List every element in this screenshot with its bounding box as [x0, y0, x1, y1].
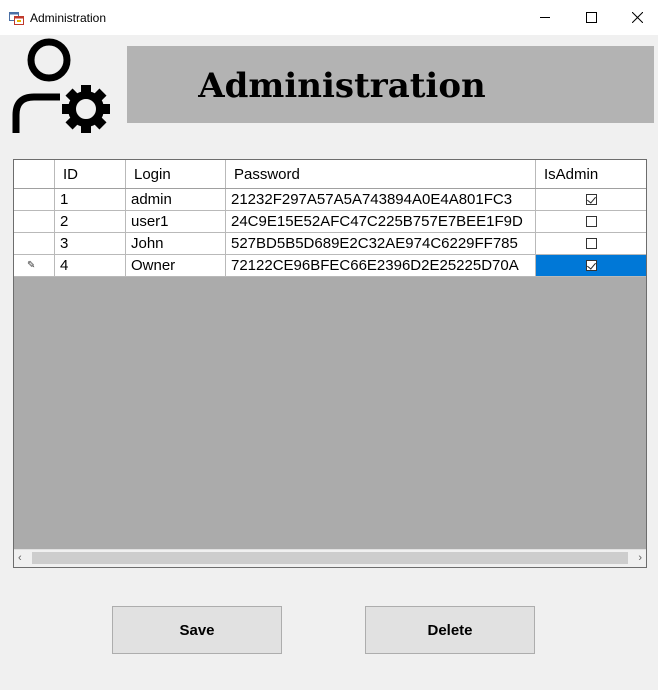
grid-header: ID Login Password IsAdmin	[14, 160, 646, 189]
cell-password[interactable]: 527BD5B5D689E2C32AE974C6229FF785	[226, 233, 536, 254]
cell-login[interactable]: Owner	[126, 255, 226, 276]
cell-isadmin[interactable]	[536, 211, 646, 232]
user-settings-icon	[12, 38, 110, 133]
cell-id[interactable]: 3	[55, 233, 126, 254]
table-row[interactable]: 1 admin 21232F297A57A5A743894A0E4A801FC3	[14, 189, 646, 211]
row-header[interactable]	[14, 211, 55, 232]
close-icon	[631, 12, 643, 23]
cell-login[interactable]: user1	[126, 211, 226, 232]
title-bar: Administration	[0, 0, 658, 35]
cell-id[interactable]: 2	[55, 211, 126, 232]
scroll-left-icon[interactable]: ‹	[18, 552, 22, 564]
column-header-isadmin[interactable]: IsAdmin	[536, 160, 646, 188]
form-icon	[9, 12, 24, 25]
users-grid[interactable]: ID Login Password IsAdmin 1 admin 21232F…	[13, 159, 647, 568]
maximize-button[interactable]	[568, 0, 614, 35]
window-title: Administration	[30, 11, 107, 25]
column-header-id[interactable]: ID	[55, 160, 126, 188]
table-row[interactable]: 3 John 527BD5B5D689E2C32AE974C6229FF785	[14, 233, 646, 255]
minimize-button[interactable]	[522, 0, 568, 35]
scroll-right-icon[interactable]: ›	[638, 552, 642, 564]
cell-id[interactable]: 1	[55, 189, 126, 210]
cell-isadmin[interactable]	[536, 189, 646, 210]
cell-password[interactable]: 72122CE96BFEC66E2396D2E25225D70A	[226, 255, 536, 276]
row-header[interactable]: ✎	[14, 255, 55, 276]
column-header-login[interactable]: Login	[126, 160, 226, 188]
cell-isadmin[interactable]	[536, 255, 646, 276]
row-header[interactable]	[14, 233, 55, 254]
isadmin-checkbox[interactable]	[585, 238, 597, 249]
pencil-icon: ✎	[27, 260, 36, 271]
horizontal-scrollbar[interactable]: ‹ ›	[14, 549, 646, 567]
header-banner: Administration	[127, 46, 654, 123]
scrollbar-thumb[interactable]	[32, 552, 628, 564]
cell-login[interactable]: John	[126, 233, 226, 254]
cell-password[interactable]: 21232F297A57A5A743894A0E4A801FC3	[226, 189, 536, 210]
isadmin-checkbox[interactable]	[585, 260, 597, 271]
cell-isadmin[interactable]	[536, 233, 646, 254]
isadmin-checkbox[interactable]	[585, 216, 597, 227]
row-header[interactable]	[14, 189, 55, 210]
save-button[interactable]: Save	[112, 606, 282, 654]
cell-id[interactable]: 4	[55, 255, 126, 276]
isadmin-checkbox[interactable]	[585, 194, 597, 205]
page-title: Administration	[198, 66, 486, 106]
delete-button[interactable]: Delete	[365, 606, 535, 654]
cell-password[interactable]: 24C9E15E52AFC47C225B757E7BEE1F9D	[226, 211, 536, 232]
maximize-icon	[585, 12, 597, 23]
table-row[interactable]: 2 user1 24C9E15E52AFC47C225B757E7BEE1F9D	[14, 211, 646, 233]
row-header-corner[interactable]	[14, 160, 55, 188]
column-header-password[interactable]: Password	[226, 160, 536, 188]
minimize-icon	[539, 17, 550, 18]
table-row-selected[interactable]: ✎ 4 Owner 72122CE96BFEC66E2396D2E25225D7…	[14, 255, 646, 277]
close-button[interactable]	[614, 0, 658, 35]
cell-login[interactable]: admin	[126, 189, 226, 210]
